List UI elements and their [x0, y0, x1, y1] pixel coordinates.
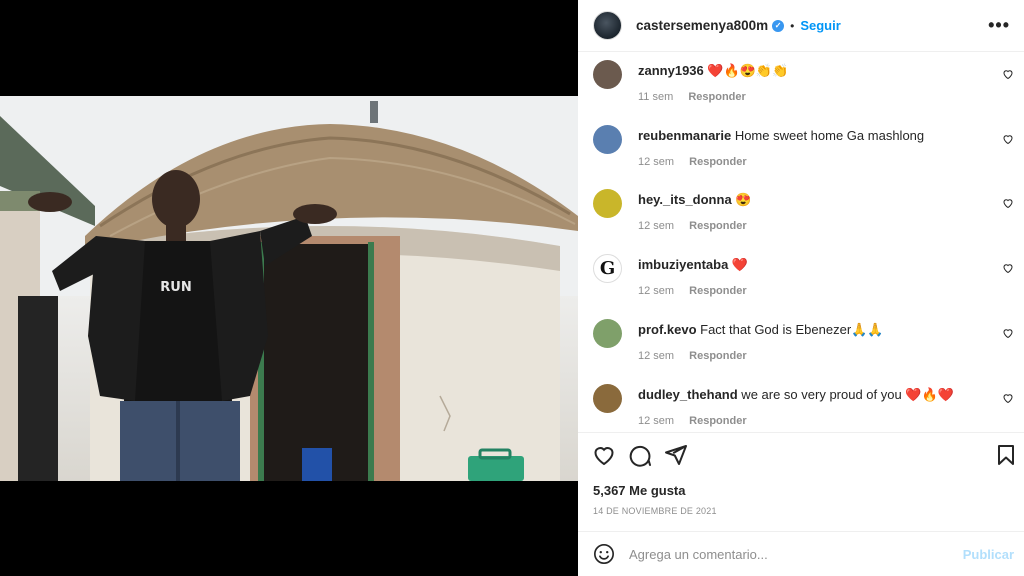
publish-button[interactable]: Publicar	[963, 547, 1014, 562]
comment-body: zanny1936 ❤️🔥😍👏👏	[638, 63, 978, 79]
comment-text: we are so very proud of you ❤️🔥❤️	[737, 387, 954, 402]
comment-text: Fact that God is Ebenezer🙏🙏	[696, 322, 884, 337]
heart-icon[interactable]	[1002, 262, 1014, 274]
bookmark-icon[interactable]	[994, 443, 1018, 467]
post-header: castersemenya800m ✓ • Seguir •••	[578, 0, 1024, 52]
comment-username[interactable]: hey._its_donna	[638, 192, 732, 207]
reply-button[interactable]: Responder	[689, 220, 746, 232]
post-date[interactable]: 14 DE NOVIEMBRE DE 2021	[593, 506, 717, 516]
photo-illustration: RUN	[0, 96, 578, 481]
comment-time[interactable]: 12 sem	[638, 415, 674, 427]
comment-item: hey._its_donna 😍 12 sem Responder	[578, 185, 1024, 247]
reply-button[interactable]: Responder	[688, 91, 745, 103]
post-actions	[592, 443, 1014, 471]
reply-button[interactable]: Responder	[689, 415, 746, 427]
comment-username[interactable]: imbuziyentaba	[638, 257, 728, 272]
comment-body: imbuziyentaba ❤️	[638, 257, 978, 273]
heart-icon[interactable]	[1002, 327, 1014, 339]
comment-username[interactable]: zanny1936	[638, 63, 704, 78]
post-side-panel: castersemenya800m ✓ • Seguir ••• zanny19…	[578, 0, 1024, 576]
comment-time[interactable]: 11 sem	[638, 91, 673, 103]
media-pane: RUN	[0, 0, 578, 576]
comment-time[interactable]: 12 sem	[638, 350, 674, 362]
author-username[interactable]: castersemenya800m	[636, 18, 768, 33]
send-icon[interactable]	[664, 443, 688, 467]
comment-text: 😍	[731, 192, 752, 207]
heart-icon[interactable]	[1002, 68, 1014, 80]
more-options-icon[interactable]: •••	[988, 15, 1010, 36]
comment-time[interactable]: 12 sem	[638, 220, 674, 232]
comment-icon[interactable]	[628, 443, 652, 467]
shirt-text: RUN	[160, 280, 191, 295]
comment-time[interactable]: 12 sem	[638, 156, 674, 168]
comment-avatar[interactable]: G	[593, 254, 622, 283]
comment-meta: 12 sem Responder	[638, 350, 759, 362]
header-separator: •	[790, 18, 795, 33]
comment-avatar[interactable]	[593, 189, 622, 218]
comment-username[interactable]: reubenmanarie	[638, 128, 731, 143]
emoji-icon[interactable]	[593, 543, 615, 565]
author-avatar[interactable]	[593, 11, 622, 40]
comment-input[interactable]	[629, 546, 949, 562]
comment-time[interactable]: 12 sem	[638, 285, 674, 297]
comment-avatar[interactable]	[593, 125, 622, 154]
comments-list[interactable]: zanny1936 ❤️🔥😍👏👏 11 sem Responder reuben…	[578, 52, 1024, 433]
comment-meta: 12 sem Responder	[638, 156, 759, 168]
comment-meta: 12 sem Responder	[638, 285, 759, 297]
comment-body: reubenmanarie Home sweet home Ga mashlon…	[638, 128, 978, 144]
comment-body: prof.kevo Fact that God is Ebenezer🙏🙏	[638, 322, 978, 338]
add-comment-bar: Publicar	[578, 531, 1024, 576]
comment-body: dudley_thehand we are so very proud of y…	[638, 387, 978, 403]
reply-button[interactable]: Responder	[689, 156, 746, 168]
likes-count[interactable]: 5,367 Me gusta	[593, 483, 686, 498]
comment-text: ❤️	[728, 257, 749, 272]
comment-item: zanny1936 ❤️🔥😍👏👏 11 sem Responder	[578, 56, 1024, 118]
heart-icon[interactable]	[592, 443, 616, 467]
comment-avatar[interactable]	[593, 319, 622, 348]
comment-avatar[interactable]	[593, 60, 622, 89]
comment-meta: 12 sem Responder	[638, 415, 759, 427]
comment-text: ❤️🔥😍👏👏	[703, 63, 789, 78]
comment-item: G imbuziyentaba ❤️ 12 sem Responder	[578, 250, 1024, 312]
comment-avatar[interactable]	[593, 384, 622, 413]
comment-item: reubenmanarie Home sweet home Ga mashlon…	[578, 121, 1024, 183]
heart-icon[interactable]	[1002, 133, 1014, 145]
post-photo[interactable]: RUN	[0, 96, 578, 481]
follow-button[interactable]: Seguir	[800, 18, 840, 33]
comment-body: hey._its_donna 😍	[638, 192, 978, 208]
comment-text: Home sweet home Ga mashlong	[731, 128, 925, 143]
comment-meta: 11 sem Responder	[638, 91, 758, 103]
heart-icon[interactable]	[1002, 392, 1014, 404]
comment-username[interactable]: prof.kevo	[638, 322, 697, 337]
comment-item: dudley_thehand we are so very proud of y…	[578, 380, 1024, 432]
comment-meta: 12 sem Responder	[638, 220, 759, 232]
reply-button[interactable]: Responder	[689, 285, 746, 297]
instagram-post-view: RUN castersemenya800m ✓ • Seguir ••• zan…	[0, 0, 1024, 576]
comment-username[interactable]: dudley_thehand	[638, 387, 738, 402]
heart-icon[interactable]	[1002, 197, 1014, 209]
comment-item: prof.kevo Fact that God is Ebenezer🙏🙏 12…	[578, 315, 1024, 377]
verified-badge-icon: ✓	[772, 19, 785, 32]
reply-button[interactable]: Responder	[689, 350, 746, 362]
